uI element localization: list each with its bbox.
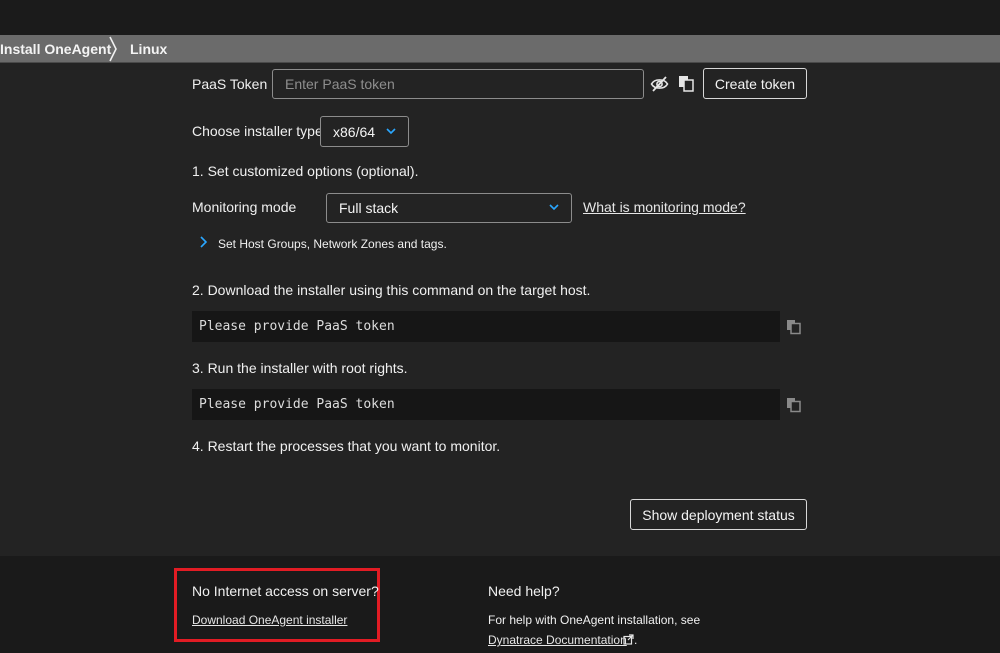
installer-type-label: Choose installer type:: [192, 123, 327, 139]
download-installer-link[interactable]: Download OneAgent installer: [192, 613, 347, 627]
installer-type-select[interactable]: x86/64: [320, 116, 409, 147]
step4-title: 4. Restart the processes that you want t…: [192, 438, 501, 454]
breadcrumb-item-install-oneagent[interactable]: Install OneAgent: [0, 35, 111, 63]
run-command-box: Please provide PaaS token: [192, 389, 780, 420]
step1-title: 1. Set customized options (optional).: [192, 163, 419, 179]
dynatrace-documentation-link[interactable]: Dynatrace Documentation: [488, 633, 627, 647]
step3-title: 3. Run the installer with root rights.: [192, 360, 408, 376]
highlight-box: [174, 568, 380, 642]
breadcrumb: Install OneAgent Linux: [0, 35, 1000, 63]
create-token-button[interactable]: Create token: [703, 68, 807, 99]
breadcrumb-separator-icon: [109, 36, 117, 62]
chevron-right-icon[interactable]: [199, 236, 208, 248]
eye-off-icon[interactable]: [650, 75, 669, 93]
host-groups-expander[interactable]: Set Host Groups, Network Zones and tags.: [218, 237, 447, 251]
chevron-down-icon: [386, 127, 396, 134]
step2-title: 2. Download the installer using this com…: [192, 282, 591, 298]
external-link-icon: [623, 634, 634, 645]
installer-type-value: x86/64: [333, 123, 376, 140]
monitoring-mode-help-link[interactable]: What is monitoring mode?: [583, 199, 746, 215]
no-internet-title: No Internet access on server?: [192, 583, 379, 599]
help-text-suffix: .: [634, 633, 638, 647]
paas-token-label: PaaS Token: [192, 76, 268, 92]
chevron-down-icon: [549, 204, 559, 211]
monitoring-mode-label: Monitoring mode: [192, 199, 297, 215]
breadcrumb-item-linux: Linux: [130, 41, 168, 57]
copy-icon[interactable]: [678, 75, 695, 93]
download-command-box: Please provide PaaS token: [192, 311, 780, 342]
top-bar: [0, 0, 1000, 35]
need-help-title: Need help?: [488, 583, 560, 599]
show-deployment-status-button[interactable]: Show deployment status: [630, 499, 807, 530]
monitoring-mode-value: Full stack: [339, 200, 399, 216]
paas-token-input[interactable]: [272, 69, 644, 99]
monitoring-mode-select[interactable]: Full stack: [326, 193, 572, 223]
copy-icon[interactable]: [786, 397, 802, 413]
copy-icon[interactable]: [786, 319, 802, 335]
help-text: For help with OneAgent installation, see: [488, 613, 701, 627]
